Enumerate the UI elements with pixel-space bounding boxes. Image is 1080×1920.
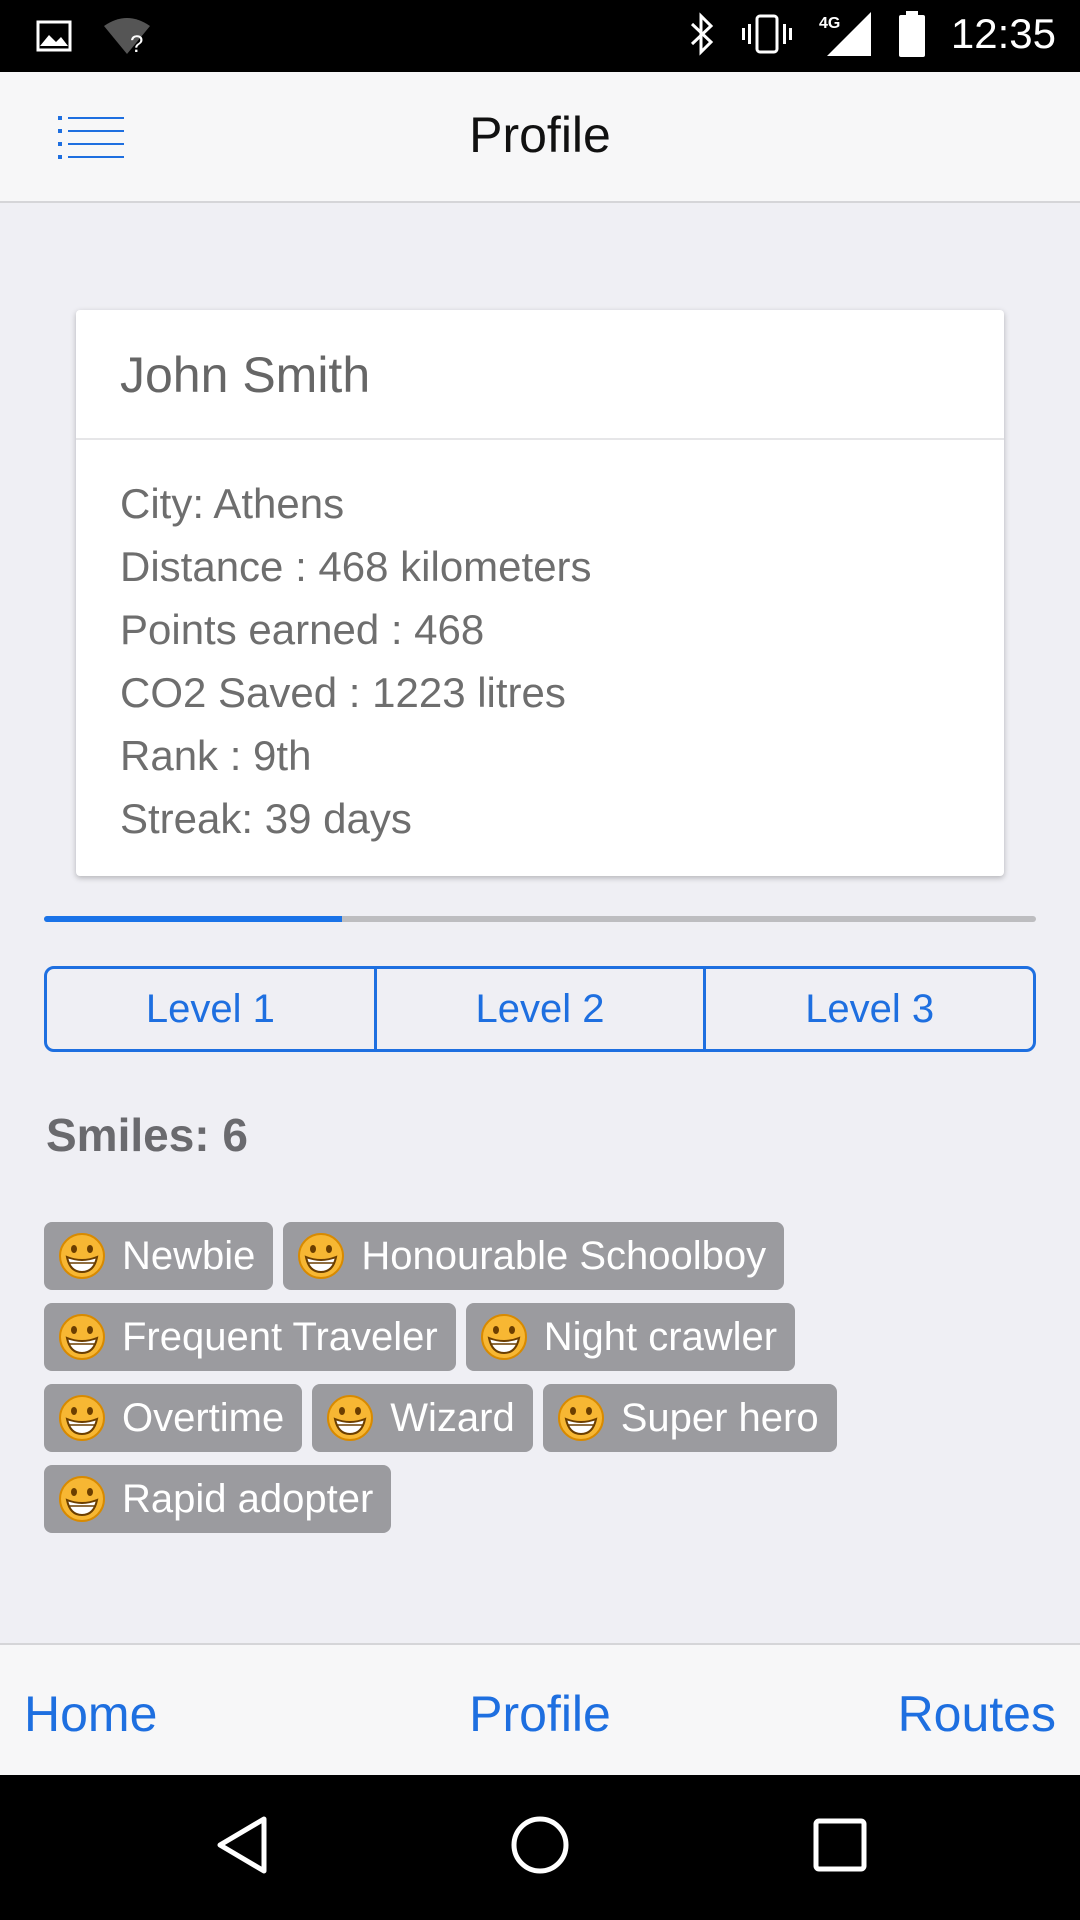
- badge-honourable-schoolboy: Honourable Schoolboy: [283, 1222, 785, 1290]
- badge-label: Rapid adopter: [122, 1476, 374, 1521]
- grinning-face-icon: [59, 1395, 105, 1441]
- badge-label: Super hero: [620, 1395, 819, 1440]
- badge-label: Honourable Schoolboy: [361, 1233, 767, 1278]
- svg-text:?: ?: [130, 31, 143, 56]
- badge-super-hero: Super hero: [542, 1384, 837, 1452]
- bluetooth-icon: [690, 12, 714, 56]
- app-header: Profile: [0, 72, 1080, 203]
- system-nav-bar: [0, 1775, 1080, 1920]
- badge-label: Newbie: [122, 1233, 256, 1278]
- badge-label: Night crawler: [543, 1314, 778, 1359]
- home-circle-icon[interactable]: [510, 1815, 570, 1875]
- profile-name: John Smith: [76, 310, 1004, 440]
- badge-wizard: Wizard: [312, 1384, 533, 1452]
- stat-co2: CO2 Saved : 1223 litres: [120, 669, 566, 716]
- level-1-button[interactable]: Level 1: [47, 969, 374, 1049]
- stat-streak: Streak: 39 days: [120, 795, 412, 842]
- battery-icon: [898, 11, 925, 57]
- svg-text:4G: 4G: [819, 15, 840, 32]
- badge-label: Wizard: [390, 1395, 515, 1440]
- level-progress-bar: [44, 916, 1036, 922]
- tab-routes[interactable]: Routes: [898, 1685, 1056, 1743]
- level-3-button[interactable]: Level 3: [703, 969, 1033, 1049]
- profile-card: John Smith City: Athens Distance : 468 k…: [76, 310, 1004, 876]
- grinning-face-icon: [59, 1233, 105, 1279]
- badge-night-crawler: Night crawler: [465, 1303, 796, 1371]
- grinning-face-icon: [557, 1395, 604, 1441]
- grinning-face-icon: [59, 1476, 105, 1522]
- stat-city: City: Athens: [120, 480, 345, 527]
- grinning-face-icon: [298, 1233, 345, 1279]
- status-bar: ? 4G 12:35: [0, 0, 1080, 72]
- back-icon[interactable]: [214, 1815, 270, 1875]
- signal-icon: 4G: [819, 12, 871, 56]
- status-time: 12:35: [950, 10, 1056, 57]
- stat-rank: Rank : 9th: [120, 732, 312, 779]
- badge-overtime: Overtime: [44, 1384, 303, 1452]
- stat-points: Points earned : 468: [120, 606, 485, 653]
- level-2-button[interactable]: Level 2: [373, 969, 704, 1049]
- badge-label: Overtime: [122, 1395, 285, 1440]
- badge-list: Newbie Honourable Schoolboy Frequent Tra…: [44, 1222, 1036, 1533]
- wifi-unknown-icon: ?: [104, 18, 150, 56]
- badge-rapid-adopter: Rapid adopter: [44, 1465, 392, 1533]
- bottom-tab-bar: Home Profile Routes: [0, 1643, 1080, 1775]
- badge-newbie: Newbie: [44, 1222, 274, 1290]
- grinning-face-icon: [59, 1314, 105, 1360]
- page-title: Profile: [469, 107, 611, 163]
- image-icon: [36, 20, 72, 52]
- level-segmented-control: Level 1 Level 2 Level 3: [44, 966, 1036, 1052]
- grinning-face-icon: [327, 1395, 374, 1441]
- badge-frequent-traveler: Frequent Traveler: [44, 1303, 456, 1371]
- stat-distance: Distance : 468 kilometers: [120, 543, 592, 590]
- badge-label: Frequent Traveler: [122, 1314, 438, 1359]
- recents-square-icon[interactable]: [812, 1815, 868, 1875]
- grinning-face-icon: [480, 1314, 527, 1360]
- vibrate-icon: [741, 14, 792, 54]
- profile-stats: City: Athens Distance : 468 kilometers P…: [76, 440, 1004, 850]
- smiles-count: Smiles: 6: [46, 1109, 248, 1161]
- level-progress-fill: [44, 916, 342, 922]
